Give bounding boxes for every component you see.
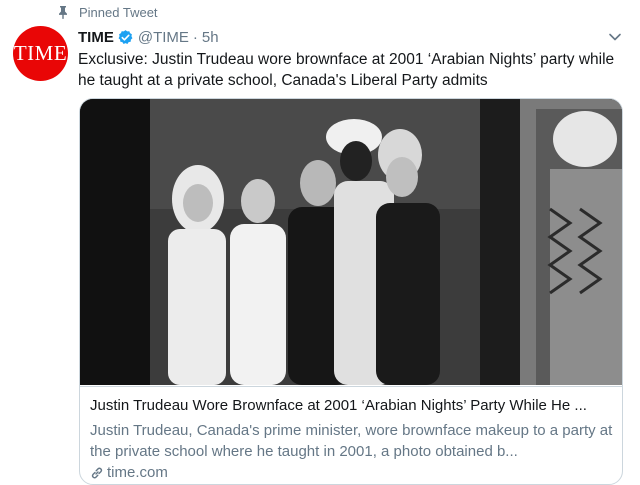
card-domain: time.com bbox=[90, 464, 168, 481]
card-image[interactable] bbox=[80, 99, 622, 385]
avatar[interactable]: TIME bbox=[13, 26, 68, 81]
verified-badge-icon bbox=[118, 29, 133, 44]
pin-icon bbox=[59, 6, 67, 19]
tweet-header: TIME @TIME · 5h bbox=[78, 27, 219, 47]
card-domain-text: time.com bbox=[107, 464, 168, 481]
card-title: Justin Trudeau Wore Brownface at 2001 ‘A… bbox=[90, 397, 587, 414]
separator-dot: · bbox=[192, 28, 198, 46]
pinned-tweet-indicator: Pinned Tweet bbox=[56, 3, 158, 21]
avatar-logo-text: TIME bbox=[13, 41, 68, 65]
pinned-label: Pinned Tweet bbox=[79, 4, 158, 20]
chevron-down-icon[interactable] bbox=[608, 30, 622, 44]
card-info[interactable]: Justin Trudeau Wore Brownface at 2001 ‘A… bbox=[80, 386, 622, 484]
card-description: Justin Trudeau, Canada's prime minister,… bbox=[90, 422, 613, 460]
link-icon bbox=[91, 467, 103, 478]
link-card[interactable]: Justin Trudeau Wore Brownface at 2001 ‘A… bbox=[79, 98, 623, 485]
author-handle[interactable]: @TIME bbox=[138, 29, 189, 46]
tweet-timestamp[interactable]: 5h bbox=[202, 29, 219, 46]
author-name[interactable]: TIME bbox=[78, 29, 114, 46]
tweet-text: Exclusive: Justin Trudeau wore brownface… bbox=[78, 51, 615, 89]
